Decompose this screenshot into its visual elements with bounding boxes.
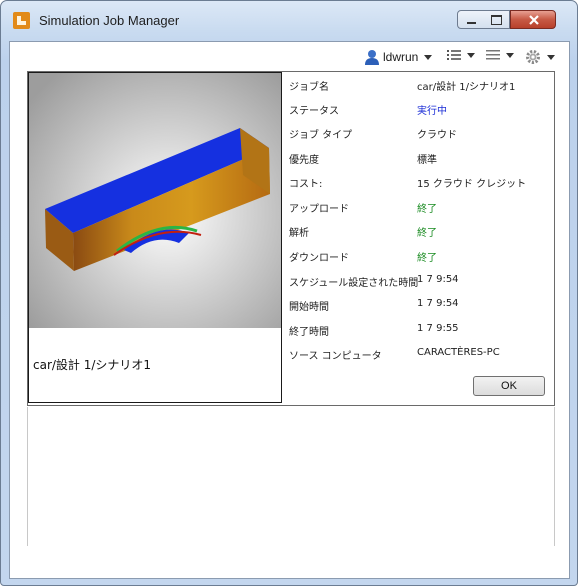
job-caption: car/設計 1/シナリオ1: [33, 358, 152, 372]
property-label: 開始時間: [289, 302, 329, 313]
toolbar: ldwrun: [10, 42, 569, 72]
close-button[interactable]: [510, 10, 556, 29]
property-row: ジョブ名 car/設計 1/シナリオ1: [289, 72, 549, 96]
property-label: ソース コンピュータ: [289, 351, 382, 362]
window-title: Simulation Job Manager: [39, 13, 180, 28]
property-value: 1 7 9:54: [417, 298, 459, 309]
property-value: 15 クラウド クレジット: [417, 179, 527, 190]
minimize-button[interactable]: [457, 10, 484, 29]
property-row: スケジュール設定された時間 1 7 9:54: [289, 268, 549, 292]
property-row: 優先度 標準: [289, 145, 549, 169]
maximize-button[interactable]: [483, 10, 510, 29]
property-row: 解析 終了: [289, 218, 549, 242]
gear-icon: [526, 50, 540, 64]
list-view-menu[interactable]: [447, 49, 475, 61]
chevron-down-icon: [467, 52, 475, 58]
property-label: ジョブ名: [289, 82, 329, 93]
property-value: CARACTÈRES-PC: [417, 347, 500, 358]
property-label: ダウンロード: [289, 253, 349, 264]
property-value: クラウド: [417, 130, 457, 141]
upload-status-value: 終了: [417, 204, 437, 215]
chevron-down-icon: [547, 54, 555, 60]
app-logo-icon: [13, 12, 30, 29]
minimize-icon: [467, 22, 476, 24]
property-row: 開始時間 1 7 9:54: [289, 292, 549, 316]
client-area: ldwrun car/設計 1/シナリオ1 ジョブ名 car/設計 1/シナリオ…: [9, 41, 570, 579]
property-row: ジョブ タイプ クラウド: [289, 120, 549, 144]
property-label: スケジュール設定された時間: [289, 278, 419, 289]
property-label: ジョブ タイプ: [289, 130, 353, 141]
job-list-area: [27, 407, 555, 546]
chevron-down-icon: [424, 54, 433, 60]
title-bar[interactable]: Simulation Job Manager: [1, 1, 577, 41]
property-row: 終了時間 1 7 9:55: [289, 317, 549, 341]
job-thumbnail: car/設計 1/シナリオ1: [28, 72, 282, 403]
user-name: ldwrun: [383, 50, 419, 64]
chevron-down-icon: [506, 52, 514, 58]
simulation-result-image: [29, 73, 281, 328]
user-icon: [365, 50, 379, 65]
property-value: car/設計 1/シナリオ1: [417, 82, 516, 93]
property-row: ソース コンピュータ CARACTÈRES-PC: [289, 341, 549, 365]
property-value: 標準: [417, 155, 437, 166]
ok-button[interactable]: OK: [473, 376, 545, 396]
menu-lines-icon: [486, 50, 500, 60]
user-menu[interactable]: ldwrun: [365, 49, 433, 65]
property-label: 終了時間: [289, 327, 329, 338]
property-label: コスト:: [289, 179, 323, 190]
settings-menu[interactable]: [525, 49, 555, 65]
property-row: コスト: 15 クラウド クレジット: [289, 169, 549, 193]
columns-menu[interactable]: [486, 49, 514, 61]
job-detail-panel: car/設計 1/シナリオ1 ジョブ名 car/設計 1/シナリオ1 ステータス…: [27, 71, 555, 406]
property-label: ステータス: [289, 106, 339, 117]
property-label: 解析: [289, 228, 309, 239]
job-properties: ジョブ名 car/設計 1/シナリオ1 ステータス 実行中 ジョブ タイプ クラ…: [285, 72, 551, 403]
app-window: Simulation Job Manager ldwrun car/設計 1/シ…: [0, 0, 578, 586]
maximize-icon: [491, 15, 502, 25]
download-status-value: 終了: [417, 253, 437, 264]
property-row: ステータス 実行中: [289, 96, 549, 120]
property-label: アップロード: [289, 204, 349, 215]
status-value: 実行中: [417, 106, 447, 117]
property-label: 優先度: [289, 155, 319, 166]
analysis-status-value: 終了: [417, 228, 437, 239]
list-view-icon: [447, 50, 461, 60]
close-icon: [529, 15, 539, 25]
property-value: 1 7 9:54: [417, 274, 459, 285]
property-value: 1 7 9:55: [417, 323, 459, 334]
property-row: アップロード 終了: [289, 194, 549, 218]
property-row: ダウンロード 終了: [289, 243, 549, 267]
